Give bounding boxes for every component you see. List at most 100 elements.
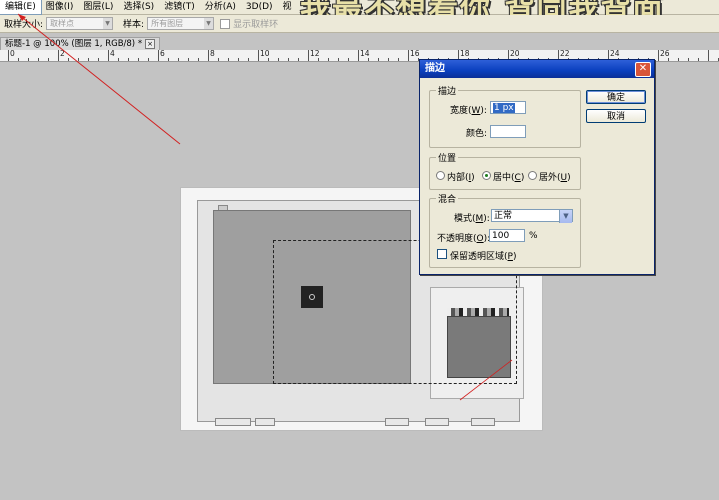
- mode-label: 模式(M):: [454, 214, 490, 224]
- cancel-button[interactable]: 取消: [586, 109, 646, 123]
- location-group-title: 位置: [436, 151, 459, 164]
- opacity-label: 不透明度(O):: [437, 234, 491, 244]
- ruler-tick: [248, 58, 249, 61]
- color-swatch[interactable]: [490, 125, 526, 138]
- close-icon[interactable]: ×: [145, 38, 156, 49]
- ruler-tick: [148, 58, 149, 61]
- opacity-unit: %: [529, 231, 538, 241]
- inside-label: 内部(I): [447, 173, 475, 183]
- blend-group-title: 混合: [436, 192, 459, 205]
- menu-filter[interactable]: 滤镜(T): [159, 0, 200, 14]
- ruler-tick: [408, 50, 409, 61]
- ruler-tick: [68, 58, 69, 61]
- ruler-tick: [298, 58, 299, 61]
- ruler-tick: [268, 58, 269, 61]
- outside-label: 居外(U): [539, 173, 571, 183]
- menu-edit[interactable]: 编辑(E): [0, 0, 42, 15]
- menu-image[interactable]: 图像(I): [41, 0, 79, 14]
- ruler-tick: [128, 58, 129, 61]
- ruler-label: 14: [360, 49, 370, 58]
- chevron-down-icon: ▼: [559, 210, 572, 223]
- ruler-tick: [98, 58, 99, 61]
- ruler-tick: [208, 50, 209, 61]
- width-input[interactable]: 1 px: [490, 101, 526, 114]
- ruler-label: 2: [60, 49, 65, 58]
- ruler-tick: [288, 58, 289, 61]
- stroke-dialog: 描边 ✕ 描边 宽度(W): 1 px 颜色: 位置 内部(I) 居中(C) 居…: [419, 59, 655, 275]
- ruler-label: 16: [410, 49, 420, 58]
- menu-3d[interactable]: 3D(D): [241, 0, 278, 14]
- ruler-tick: [708, 50, 709, 61]
- menu-select[interactable]: 选择(S): [118, 0, 159, 14]
- ruler-tick: [238, 58, 239, 61]
- opacity-input[interactable]: 100: [489, 229, 525, 242]
- dialog-title-bar[interactable]: 描边: [420, 60, 654, 78]
- outside-radio[interactable]: [528, 171, 537, 180]
- ruler-tick: [258, 50, 259, 61]
- ruler-label: 0: [10, 49, 15, 58]
- ruler-tick: [678, 58, 679, 61]
- ruler-tick: [138, 58, 139, 61]
- ruler-tick: [398, 58, 399, 61]
- ruler-label: 22: [560, 49, 570, 58]
- ruler-tick: [178, 58, 179, 61]
- menu-analysis[interactable]: 分析(A): [200, 0, 241, 14]
- embedded-button: [215, 418, 251, 426]
- ruler-tick: [668, 58, 669, 61]
- ruler-tick: [188, 58, 189, 61]
- show-ring-checkbox[interactable]: [220, 18, 231, 29]
- stroke-group: 描边 宽度(W): 1 px 颜色:: [429, 84, 581, 148]
- sample-select[interactable]: 所有图层 ▼: [147, 17, 215, 30]
- ruler-tick: [168, 58, 169, 61]
- width-value: 1 px: [493, 103, 515, 113]
- ruler-tick: [28, 58, 29, 61]
- embedded-button: [425, 418, 449, 426]
- sample-size-label: 取样大小:: [4, 20, 44, 30]
- ruler-tick: [118, 58, 119, 61]
- sample-size-select[interactable]: 取样点 ▼: [46, 17, 114, 30]
- sample-value: 所有图层: [151, 19, 184, 28]
- chevron-down-icon: ▼: [204, 18, 214, 29]
- ruler-tick: [228, 58, 229, 61]
- blend-group: 混合 模式(M): 正常 ▼ 不透明度(O): 100 % 保留透明区域(P): [429, 192, 581, 268]
- ruler-tick: [48, 58, 49, 61]
- ruler-label: 18: [460, 49, 470, 58]
- document-tab[interactable]: 标题-1 @ 100% (图层 1, RGB/8) * ×: [0, 37, 161, 50]
- ruler-tick: [338, 58, 339, 61]
- preserve-transparency-label: 保留透明区域(P): [450, 252, 517, 262]
- ruler-tick: [308, 50, 309, 61]
- chevron-down-icon: ▼: [103, 18, 113, 29]
- menu-view[interactable]: 视: [278, 0, 297, 14]
- sample-size-value: 取样点: [50, 19, 75, 28]
- menu-layer[interactable]: 图层(L): [78, 0, 118, 14]
- ruler-tick: [658, 50, 659, 61]
- ok-button[interactable]: 确定: [586, 90, 646, 104]
- center-label: 居中(C): [493, 173, 525, 183]
- ruler-tick: [8, 50, 9, 61]
- ruler-label: 26: [660, 49, 670, 58]
- embedded-button: [471, 418, 495, 426]
- width-label: 宽度(W):: [450, 106, 487, 116]
- color-label: 颜色:: [466, 129, 488, 139]
- ruler-tick: [388, 58, 389, 61]
- ruler-tick: [318, 58, 319, 61]
- ruler-tick: [688, 58, 689, 61]
- embedded-button: [385, 418, 409, 426]
- inside-radio[interactable]: [436, 171, 445, 180]
- ruler-tick: [218, 58, 219, 61]
- ruler-label: 24: [610, 49, 620, 58]
- embedded-button: [255, 418, 275, 426]
- preserve-transparency-checkbox[interactable]: [437, 249, 447, 259]
- ruler-tick: [358, 50, 359, 61]
- dialog-title: 描边: [425, 63, 445, 74]
- mode-select[interactable]: 正常 ▼: [491, 209, 573, 223]
- ruler-label: 8: [210, 49, 215, 58]
- annotation-line: [17, 13, 181, 145]
- ruler-label: 4: [110, 49, 115, 58]
- ruler-label: 12: [310, 49, 320, 58]
- ruler-tick: [88, 58, 89, 61]
- center-radio[interactable]: [482, 171, 491, 180]
- close-button[interactable]: ✕: [635, 62, 651, 77]
- ruler-tick: [108, 50, 109, 61]
- ruler-tick: [58, 50, 59, 61]
